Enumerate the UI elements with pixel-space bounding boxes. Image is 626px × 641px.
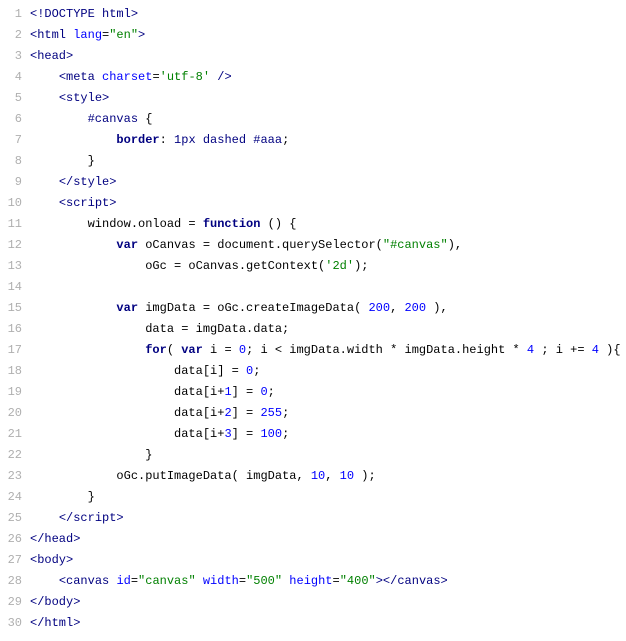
code-line: <body> <box>30 550 621 571</box>
line-number: 17 <box>0 340 22 361</box>
code-line: </script> <box>30 508 621 529</box>
code-line: </style> <box>30 172 621 193</box>
code-line: } <box>30 151 621 172</box>
line-number: 25 <box>0 508 22 529</box>
line-number: 28 <box>0 571 22 592</box>
code-line: <style> <box>30 88 621 109</box>
line-number: 13 <box>0 256 22 277</box>
code-line: <meta charset='utf-8' /> <box>30 67 621 88</box>
code-line: <!DOCTYPE html> <box>30 4 621 25</box>
code-line: <head> <box>30 46 621 67</box>
code-line: } <box>30 487 621 508</box>
line-number: 8 <box>0 151 22 172</box>
line-number: 3 <box>0 46 22 67</box>
code-line: </body> <box>30 592 621 613</box>
line-number: 5 <box>0 88 22 109</box>
code-line: border: 1px dashed #aaa; <box>30 130 621 151</box>
code-line: <html lang="en"> <box>30 25 621 46</box>
line-number: 15 <box>0 298 22 319</box>
line-number: 12 <box>0 235 22 256</box>
code-line: for( var i = 0; i < imgData.width * imgD… <box>30 340 621 361</box>
line-number: 21 <box>0 424 22 445</box>
line-number: 24 <box>0 487 22 508</box>
code-line: } <box>30 445 621 466</box>
code-line: <canvas id="canvas" width="500" height="… <box>30 571 621 592</box>
code-line: data[i] = 0; <box>30 361 621 382</box>
code-line: window.onload = function () { <box>30 214 621 235</box>
code-line: data[i+2] = 255; <box>30 403 621 424</box>
code-line: oGc = oCanvas.getContext('2d'); <box>30 256 621 277</box>
code-line: data[i+1] = 0; <box>30 382 621 403</box>
line-number: 29 <box>0 592 22 613</box>
line-number: 27 <box>0 550 22 571</box>
line-number: 4 <box>0 67 22 88</box>
line-number: 26 <box>0 529 22 550</box>
line-number: 30 <box>0 613 22 634</box>
line-number: 10 <box>0 193 22 214</box>
line-number: 7 <box>0 130 22 151</box>
code-line: data[i+3] = 100; <box>30 424 621 445</box>
line-number-gutter: 1234567891011121314151617181920212223242… <box>0 4 30 634</box>
line-number: 2 <box>0 25 22 46</box>
line-number: 23 <box>0 466 22 487</box>
code-content: <!DOCTYPE html><html lang="en"><head> <m… <box>30 4 621 634</box>
line-number: 6 <box>0 109 22 130</box>
line-number: 19 <box>0 382 22 403</box>
line-number: 18 <box>0 361 22 382</box>
line-number: 9 <box>0 172 22 193</box>
code-line: data = imgData.data; <box>30 319 621 340</box>
code-line: oGc.putImageData( imgData, 10, 10 ); <box>30 466 621 487</box>
code-line: </html> <box>30 613 621 634</box>
line-number: 20 <box>0 403 22 424</box>
code-line <box>30 277 621 298</box>
line-number: 14 <box>0 277 22 298</box>
code-line: var imgData = oGc.createImageData( 200, … <box>30 298 621 319</box>
code-line: <script> <box>30 193 621 214</box>
code-line: #canvas { <box>30 109 621 130</box>
line-number: 1 <box>0 4 22 25</box>
line-number: 22 <box>0 445 22 466</box>
line-number: 11 <box>0 214 22 235</box>
line-number: 16 <box>0 319 22 340</box>
code-editor: 1234567891011121314151617181920212223242… <box>0 0 626 638</box>
code-line: </head> <box>30 529 621 550</box>
code-line: var oCanvas = document.querySelector("#c… <box>30 235 621 256</box>
